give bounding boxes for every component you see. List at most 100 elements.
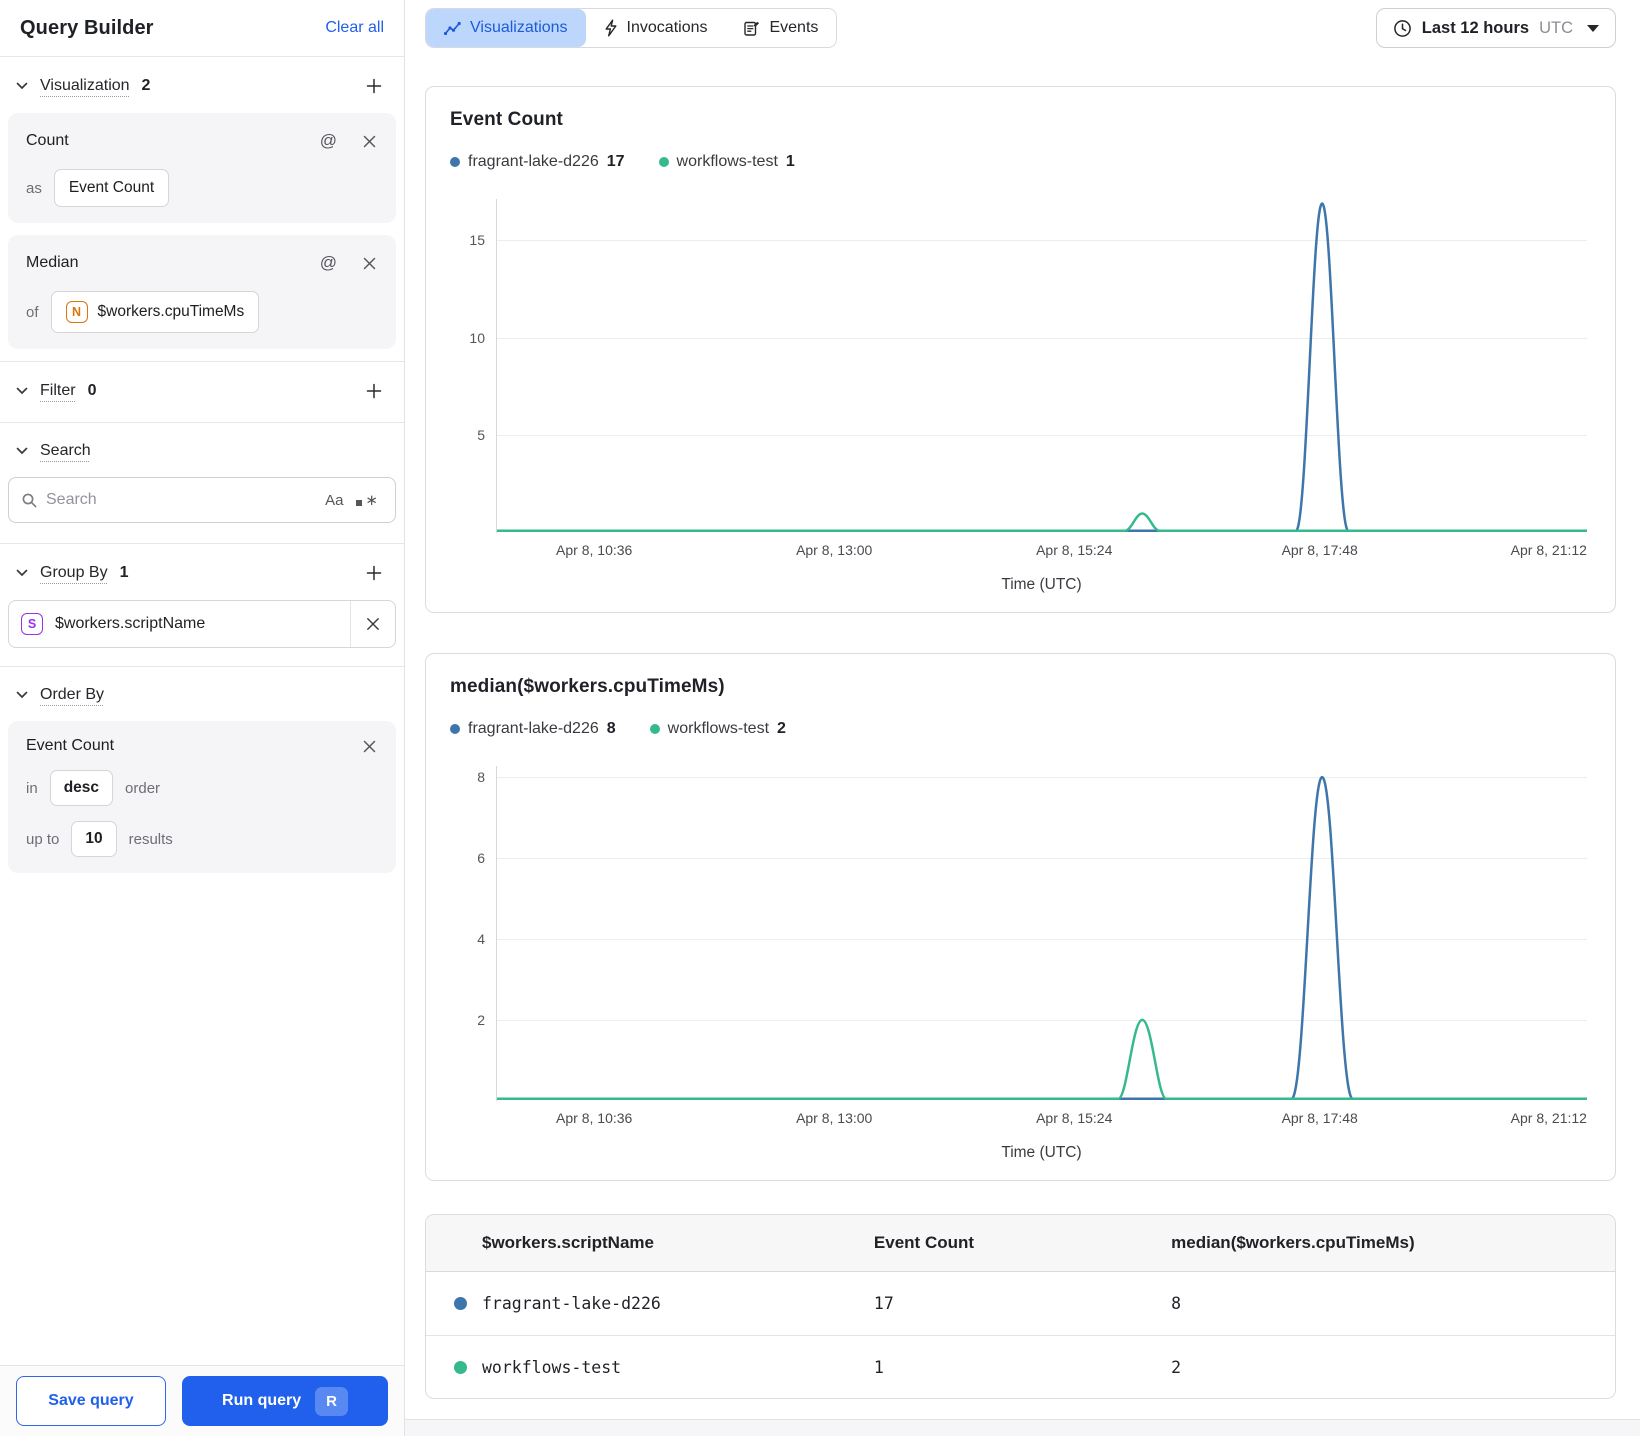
query-builder-header: Query Builder Clear all	[0, 0, 404, 57]
filter-section-header: Filter 0	[0, 362, 404, 414]
median-cpu-chart-card: median($workers.cpuTimeMs) fragrant-lake…	[425, 653, 1616, 1181]
mention-at-icon[interactable]: @	[318, 129, 339, 153]
chevron-down-icon[interactable]	[14, 385, 30, 397]
table-row[interactable]: fragrant-lake-d226 17 8	[426, 1272, 1615, 1335]
x-axis-tick: Apr 8, 15:24	[1036, 542, 1113, 558]
legend-item[interactable]: fragrant-lake-d226 8	[450, 720, 616, 738]
order-by-section-header: Order By	[0, 667, 404, 717]
x-axis-tick: Apr 8, 17:48	[1281, 542, 1358, 558]
x-axis-title: Time (UTC)	[1001, 1144, 1082, 1161]
timezone-label: UTC	[1539, 18, 1573, 37]
x-axis: Apr 8, 10:36 Apr 8, 13:00 Apr 8, 15:24 A…	[496, 1110, 1587, 1130]
series-dot-icon	[454, 1297, 467, 1310]
script-name-cell: workflows-test	[482, 1357, 622, 1377]
order-by-section-label: Order By	[40, 686, 105, 703]
chevron-down-icon[interactable]	[14, 689, 30, 701]
series-dot-icon	[450, 157, 460, 167]
clock-icon	[1393, 19, 1412, 38]
sort-direction-selector[interactable]: desc	[49, 770, 114, 806]
legend-item[interactable]: workflows-test 2	[649, 720, 786, 738]
legend-item[interactable]: workflows-test 1	[658, 153, 795, 171]
median-cell: 8	[1171, 1294, 1182, 1313]
group-by-field[interactable]: S $workers.scriptName	[8, 600, 396, 648]
mention-at-icon[interactable]: @	[318, 251, 339, 275]
order-by-card: Event Count in desc order up to 10 resul…	[8, 721, 396, 873]
run-query-button[interactable]: Run query R	[182, 1376, 388, 1426]
event-count-chart-card: Event Count fragrant-lake-d226 17 workfl…	[425, 86, 1616, 613]
chevron-down-icon[interactable]	[14, 445, 30, 457]
series-dot-icon	[658, 157, 669, 167]
search-section-label: Search	[40, 442, 91, 459]
table-header-row: $workers.scriptName Event Count median($…	[426, 1215, 1615, 1272]
time-range-selector[interactable]: Last 12 hours UTC	[1375, 8, 1616, 48]
x-axis-tick: Apr 8, 17:48	[1281, 1110, 1358, 1126]
y-axis-tick: 8	[477, 768, 485, 785]
chevron-down-icon[interactable]	[14, 80, 30, 92]
chart-title: Event Count	[450, 109, 563, 130]
visualization-section-header: Visualization 2	[0, 57, 404, 109]
y-axis-tick: 10	[469, 329, 485, 346]
chevron-down-icon[interactable]	[14, 567, 30, 579]
visualization-name: Median	[26, 254, 79, 271]
y-axis-tick: 2	[477, 1011, 485, 1028]
x-axis-tick: Apr 8, 21:12	[1510, 542, 1587, 558]
event-count-plot-area: 15 10 5	[469, 199, 1587, 533]
search-section-header: Search	[0, 423, 404, 473]
results-label: results	[128, 830, 173, 848]
median-cell: 2	[1171, 1357, 1182, 1377]
remove-order-by-icon[interactable]	[361, 738, 378, 755]
add-filter-button[interactable]	[364, 381, 384, 401]
tab-visualizations[interactable]: Visualizations	[426, 9, 586, 47]
series-dot-icon	[454, 1360, 467, 1374]
chart-legend: fragrant-lake-d226 8 workflows-test 2	[450, 720, 1591, 738]
number-type-icon: N	[65, 301, 88, 323]
column-header-event-count: Event Count	[873, 1233, 975, 1252]
table-row[interactable]: workflows-test 1 2	[426, 1335, 1615, 1398]
search-box: Aa ∗	[8, 477, 396, 523]
result-limit-field[interactable]: 10	[71, 821, 117, 857]
up-to-label: up to	[26, 830, 60, 848]
series-line-fragrant-lake	[497, 203, 1587, 530]
series-line-workflows-test	[497, 1020, 1587, 1099]
y-axis-tick: 4	[477, 930, 485, 947]
query-builder-panel: Query Builder Clear all Visualization 2 …	[0, 0, 405, 1436]
in-label: in	[26, 779, 38, 797]
x-axis-tick: Apr 8, 10:36	[556, 542, 633, 558]
results-panel: Visualizations Invocations Events Last 1…	[405, 0, 1640, 1436]
tab-events[interactable]: Events	[725, 9, 837, 47]
remove-group-by-icon[interactable]	[351, 617, 395, 631]
chevron-down-icon	[1587, 24, 1599, 32]
remove-visualization-icon[interactable]	[361, 255, 378, 272]
match-case-toggle[interactable]: Aa	[320, 492, 348, 509]
event-count-cell: 17	[873, 1294, 894, 1313]
series-line-fragrant-lake	[497, 777, 1587, 1099]
add-group-by-button[interactable]	[364, 563, 384, 583]
series-dot-icon	[649, 724, 660, 734]
legend-item[interactable]: fragrant-lake-d226 17	[450, 153, 625, 171]
x-axis-tick: Apr 8, 13:00	[796, 1110, 873, 1126]
tab-invocations[interactable]: Invocations	[585, 9, 726, 47]
series-line-workflows-test	[497, 514, 1587, 531]
search-input[interactable]	[46, 491, 313, 509]
remove-visualization-icon[interactable]	[361, 133, 378, 150]
median-field-selector[interactable]: N $workers.cpuTimeMs	[50, 291, 260, 333]
regex-toggle[interactable]: ∗	[356, 491, 383, 509]
results-topbar: Visualizations Invocations Events Last 1…	[425, 8, 1616, 48]
series-dot-icon	[450, 724, 460, 734]
save-query-button[interactable]: Save query	[16, 1376, 166, 1426]
median-cpu-plot-area: 8 6 4 2	[477, 766, 1587, 1101]
filter-section-label: Filter	[40, 382, 76, 399]
chart-legend: fragrant-lake-d226 17 workflows-test 1	[450, 153, 1591, 171]
median-field-value: $workers.cpuTimeMs	[97, 303, 245, 320]
group-by-count: 1	[119, 564, 129, 581]
add-visualization-button[interactable]	[364, 76, 384, 96]
clear-all-button[interactable]: Clear all	[325, 19, 384, 37]
order-by-field: Event Count	[26, 737, 115, 754]
visualization-alias-field[interactable]: Event Count	[53, 169, 170, 207]
run-shortcut-badge: R	[315, 1386, 348, 1416]
visualization-card-median: Median @ of N $workers.cpuTimeMs	[8, 235, 396, 349]
x-axis-tick: Apr 8, 21:12	[1510, 1110, 1587, 1126]
filter-count: 0	[87, 382, 97, 399]
column-header-script-name: $workers.scriptName	[482, 1233, 654, 1252]
event-count-cell: 1	[873, 1357, 884, 1377]
